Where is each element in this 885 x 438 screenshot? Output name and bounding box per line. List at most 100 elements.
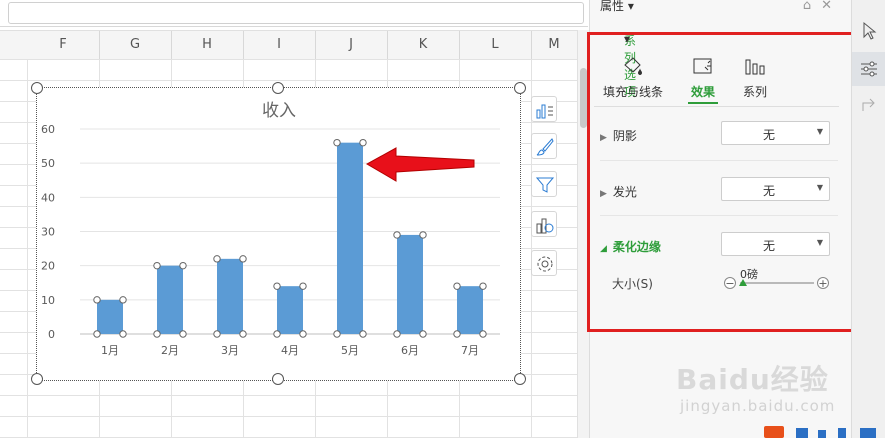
bar-selection-handle[interactable] <box>213 255 221 263</box>
bar-selection-handle[interactable] <box>213 330 221 338</box>
panel-window-icons: ⌂✕ <box>803 0 842 13</box>
properties-icon[interactable] <box>858 58 880 80</box>
paintbrush-icon <box>536 138 554 156</box>
chart-title[interactable]: 收入 <box>262 101 296 121</box>
scroll-thumb[interactable] <box>580 68 587 128</box>
close-icon[interactable]: ✕ <box>821 0 842 13</box>
bar-3[interactable] <box>217 258 243 334</box>
chart-area[interactable]: 收入 0 10 20 30 40 50 60 1月 2月 3月 4月 5月 6月 7月 <box>36 87 521 381</box>
gear-icon <box>537 256 553 272</box>
bar-5[interactable] <box>337 142 363 334</box>
x-tick-label: 3月 <box>221 344 239 357</box>
bar-selection-handle[interactable] <box>359 138 367 147</box>
red-arrow-annotation <box>365 147 475 182</box>
bar-selection-handle[interactable] <box>333 330 341 338</box>
bar-selection-handle[interactable] <box>239 255 247 263</box>
glow-select[interactable]: 无 ▼ <box>721 177 830 201</box>
decrease-size-button[interactable]: − <box>724 277 736 289</box>
share-icon[interactable] <box>858 94 880 116</box>
bar-selection-handle[interactable] <box>153 261 161 270</box>
ime-logo-icon <box>764 426 784 438</box>
property-tabs: 填充与线条 效果 系列 <box>594 52 839 107</box>
resize-handle-bottom-left[interactable] <box>31 373 43 385</box>
bar-1[interactable] <box>97 299 123 334</box>
bar-selection-handle[interactable] <box>179 261 187 270</box>
section-soft-edges[interactable]: ◢ 柔化边缘 <box>600 238 661 255</box>
bar-selection-handle[interactable] <box>393 231 401 239</box>
bar-selection-handle[interactable] <box>119 330 127 338</box>
y-tick-label: 40 <box>41 191 55 204</box>
tab-series[interactable]: 系列 <box>720 52 790 104</box>
pin-icon[interactable]: ⌂ <box>803 0 821 13</box>
bar-selection-handle[interactable] <box>93 330 101 338</box>
bar-7[interactable] <box>457 286 483 334</box>
chart-online-button[interactable] <box>531 211 557 237</box>
bar-selection-handle[interactable] <box>419 330 427 338</box>
section-shadow[interactable]: ▶ 阴影 <box>600 127 637 144</box>
resize-handle-top[interactable] <box>272 82 284 94</box>
bar-selection-handle[interactable] <box>333 138 341 147</box>
bar-selection-handle[interactable] <box>273 330 281 338</box>
cursor-icon[interactable] <box>858 20 880 42</box>
bar-chart[interactable]: 收入 0 10 20 30 40 50 60 1月 2月 3月 4月 5月 6月 7月 <box>37 88 520 380</box>
chart-settings-button[interactable] <box>531 250 557 276</box>
chevron-down-icon: ▼ <box>816 238 823 247</box>
expand-icon: ▶ <box>600 133 607 143</box>
bar-selection-handle[interactable] <box>359 330 367 338</box>
bar-selection-handle[interactable] <box>479 282 487 290</box>
bar-selection-handle[interactable] <box>299 282 307 290</box>
x-tick-label: 1月 <box>101 344 119 357</box>
column-header-h[interactable]: H <box>171 31 244 59</box>
divider <box>600 160 838 161</box>
column-header-m[interactable]: M <box>531 31 578 59</box>
x-tick-label: 6月 <box>401 344 419 357</box>
y-tick-label: 30 <box>41 226 55 239</box>
bar-6[interactable] <box>397 234 423 334</box>
formula-input[interactable] <box>8 2 584 24</box>
chart-style-button[interactable] <box>531 133 557 159</box>
soft-edges-select[interactable]: 无 ▼ <box>721 232 830 256</box>
bar-selection-handle[interactable] <box>299 330 307 338</box>
chart-elements-button[interactable] <box>531 96 557 122</box>
ime-mode-icon <box>796 428 808 438</box>
resize-handle-top-left[interactable] <box>31 82 43 94</box>
bar-selection-handle[interactable] <box>273 282 281 290</box>
column-header-k[interactable]: K <box>387 31 460 59</box>
resize-handle-bottom[interactable] <box>272 373 284 385</box>
series-options-dropdown[interactable]: 系列选项 ▾ <box>600 28 690 99</box>
size-value: 0磅 <box>740 268 758 281</box>
bar-selection-handle[interactable] <box>453 282 461 290</box>
column-header-l[interactable]: L <box>459 31 532 59</box>
active-tab-indicator <box>688 102 718 104</box>
shadow-select[interactable]: 无 ▼ <box>721 121 830 145</box>
bar-selection-handle[interactable] <box>479 330 487 338</box>
resize-handle-bottom-right[interactable] <box>514 373 526 385</box>
bar-selection-handle[interactable] <box>119 296 127 304</box>
bar-4[interactable] <box>277 286 303 334</box>
tab-fill-and-line[interactable]: 填充与线条 <box>598 52 668 104</box>
column-header-j[interactable]: J <box>315 31 388 59</box>
keyboard-icon <box>860 428 876 438</box>
bar-selection-handle[interactable] <box>239 330 247 338</box>
bar-selection-handle[interactable] <box>179 330 187 338</box>
section-glow[interactable]: ▶ 发光 <box>600 183 637 200</box>
bar-selection-handle[interactable] <box>419 231 427 239</box>
bar-selection-handle[interactable] <box>393 330 401 338</box>
x-tick-label: 7月 <box>461 344 479 357</box>
size-slider[interactable] <box>740 282 814 284</box>
chevron-down-icon: ▼ <box>816 127 823 136</box>
column-header-f[interactable]: F <box>27 31 100 59</box>
chart-filter-button[interactable] <box>531 171 557 197</box>
bar-selection-handle[interactable] <box>453 330 461 338</box>
increase-size-button[interactable]: + <box>817 277 829 289</box>
column-header-g[interactable]: G <box>99 31 172 59</box>
effects-icon <box>693 58 712 74</box>
ime-punct-icon <box>818 430 826 438</box>
bar-selection-handle[interactable] <box>93 296 101 304</box>
bar-selection-handle[interactable] <box>153 330 161 338</box>
expand-icon: ▶ <box>600 189 607 199</box>
resize-handle-top-right[interactable] <box>514 82 526 94</box>
column-header-i[interactable]: I <box>243 31 316 59</box>
bar-2[interactable] <box>157 265 183 334</box>
bar-series-icon <box>745 59 765 75</box>
